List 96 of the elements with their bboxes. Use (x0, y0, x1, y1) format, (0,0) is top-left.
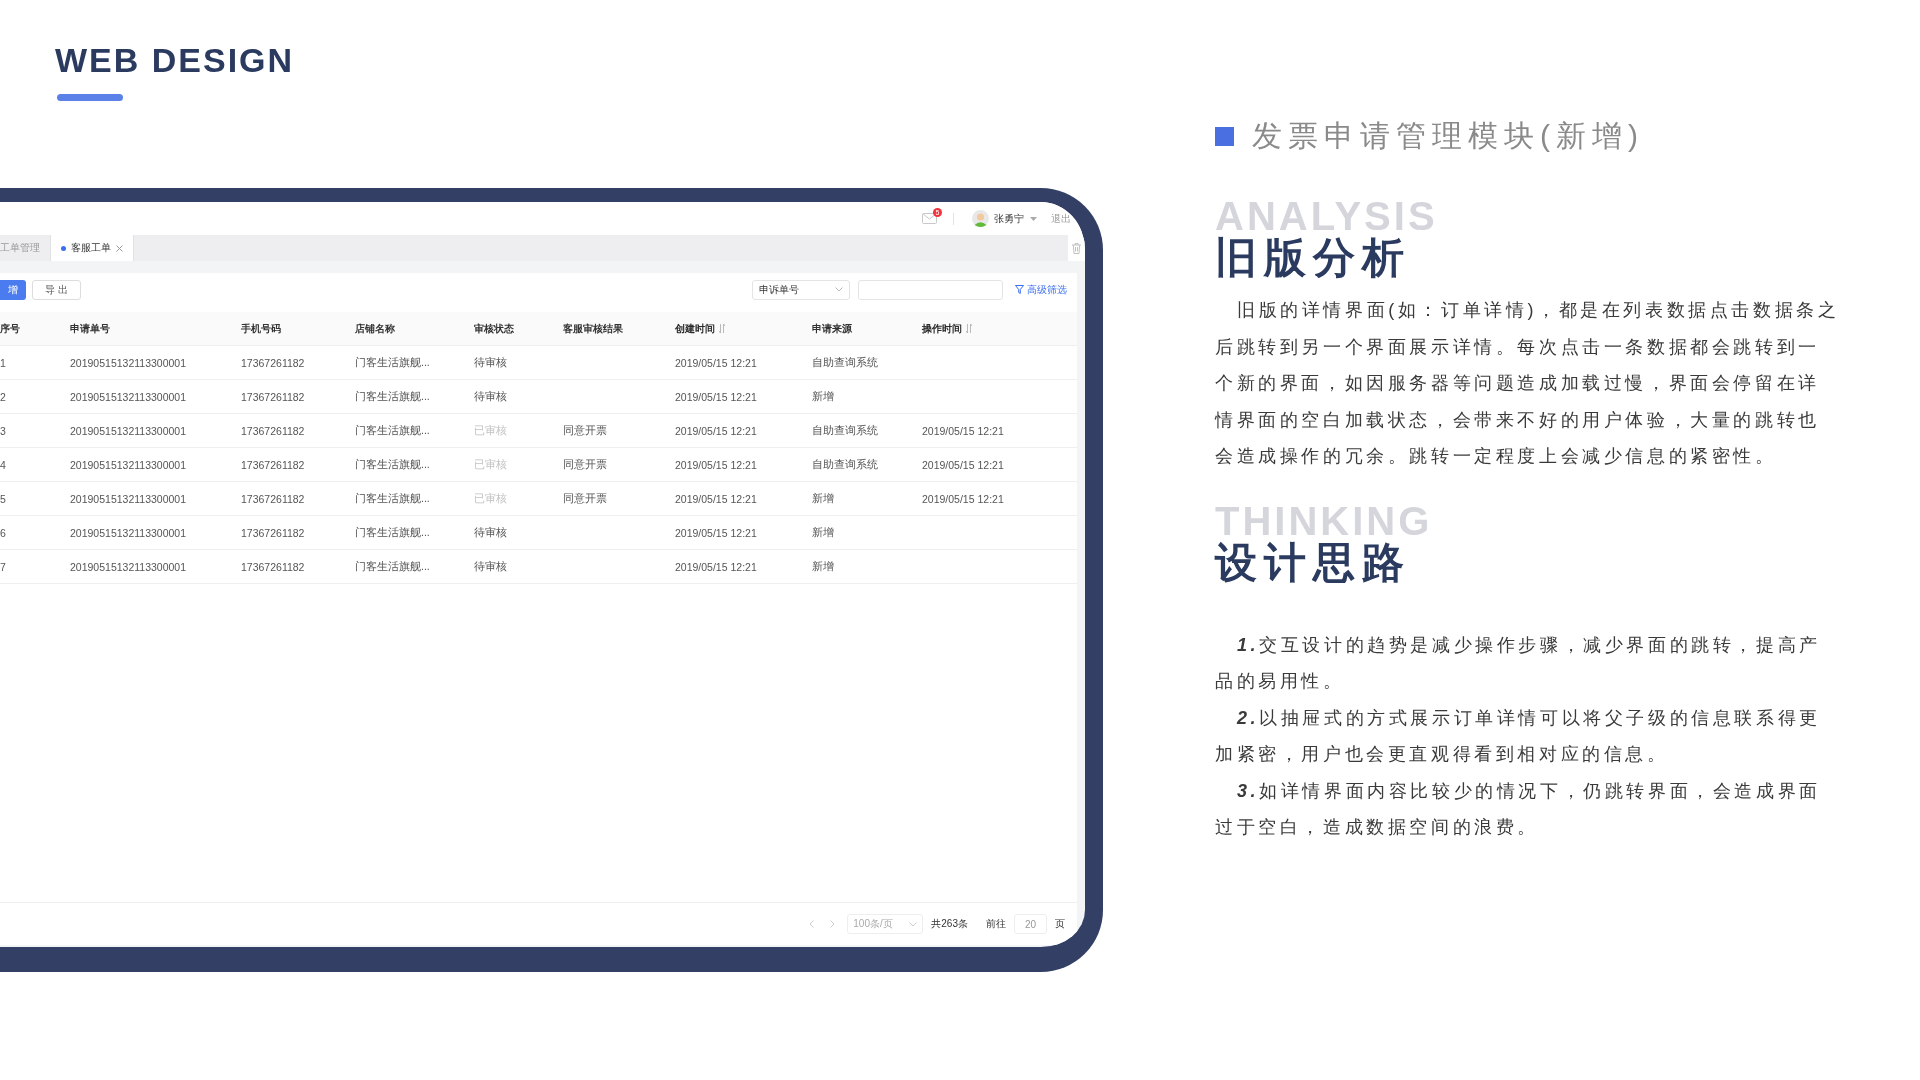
slide-title: WEB DESIGN (55, 40, 296, 80)
table-cell-text: 17367261182 (241, 560, 306, 573)
user-name[interactable]: 张勇宁 (994, 211, 1024, 226)
table-cell-text: 2 (0, 390, 7, 403)
column-header[interactable]: 操作时间 (922, 321, 1077, 336)
status-cell-text: 已审核 (474, 423, 508, 438)
table-cell-text: 17367261182 (241, 356, 306, 369)
table-cell-text: 20190515132113300001 (70, 424, 187, 437)
table-cell-text: 2019/05/15 12:21 (675, 356, 758, 369)
table-cell-text: 自助查询系统 (812, 457, 879, 472)
export-button[interactable]: 导 出 (32, 279, 81, 300)
module-title: 发票申请管理模块(新增) (1252, 118, 1644, 154)
status-cell-text: 已审核 (474, 457, 508, 472)
column-header: 序号 (0, 321, 21, 336)
sort-icon[interactable] (966, 324, 972, 333)
list-item: 3.如详情界面内容比较少的情况下，仍跳转界面，会造成界面过于空白，造成数据空间的浪费。 (1215, 779, 1822, 839)
status-cell-text: 待审核 (474, 355, 508, 370)
table-cell-text: 门客生活旗舰... (355, 423, 431, 438)
table-cell-text: 自助查询系统 (812, 355, 879, 370)
table-cell-text: 20190515132113300001 (70, 526, 187, 539)
total-count: 共263条 (931, 917, 968, 931)
table-cell-text: 同意开票 (563, 491, 608, 506)
table-cell-text: 新增 (812, 389, 835, 404)
goto-label: 前往 (986, 917, 1006, 931)
table-cell-text: 新增 (812, 559, 835, 574)
column-header: 客服审核结果 (563, 321, 624, 336)
table-cell-text: 门客生活旗舰... (355, 389, 431, 404)
status-cell-text: 已审核 (474, 491, 508, 506)
status-cell-text: 待审核 (474, 559, 508, 574)
add-button[interactable]: 增 (0, 279, 26, 300)
square-bullet-icon (1215, 126, 1234, 146)
table-cell-text: 17367261182 (241, 390, 306, 403)
filter-icon (1015, 285, 1024, 294)
table-cell-text: 4 (0, 458, 7, 471)
table-cell-text: 门客生活旗舰... (355, 559, 431, 574)
table-cell-text: 2019/05/15 12:21 (922, 424, 1005, 437)
close-icon[interactable] (116, 244, 123, 252)
table-cell-text: 新增 (812, 525, 835, 540)
table-cell-text: 3 (0, 424, 7, 437)
caret-icon[interactable] (1030, 216, 1037, 221)
paragraph: 旧版的详情界面(如：订单详情)，都是在列表数据点击数据条之后跳转到另一个界面展示详情。每次点击一条数据都会跳转到一个新的界面，如因服务器等问题造成加载过慢，界面会停留在详情界面的空白加载状态，会带来不好的用户体验，大量的跳转也会造成操作的冗余。跳转一定程度上会减少信息的紧密性。 (1215, 299, 1840, 468)
tab[interactable]: 客服工单 (51, 235, 134, 261)
table-cell-text: 17367261182 (241, 458, 306, 471)
table-cell-text: 2019/05/15 12:21 (675, 560, 758, 573)
table-cell-text: 17367261182 (241, 526, 306, 539)
trash-icon[interactable] (1072, 242, 1081, 254)
avatar-icon[interactable] (972, 210, 989, 227)
column-header: 审核状态 (474, 321, 515, 336)
chevron-down-icon (909, 921, 918, 927)
table-cell-text: 20190515132113300001 (70, 390, 187, 403)
table-cell-text: 2019/05/15 12:21 (675, 390, 758, 403)
table-cell-text: 6 (0, 526, 7, 539)
table-cell-text: 2019/05/15 12:21 (675, 526, 758, 539)
column-header[interactable]: 创建时间 (675, 321, 812, 336)
chevron-down-icon (835, 287, 843, 292)
table-cell-text: 自助查询系统 (812, 423, 879, 438)
section-heading: 旧版分析 (1215, 234, 1411, 282)
sort-icon[interactable] (719, 324, 725, 333)
table-cell-text: 同意开票 (563, 457, 608, 472)
table-cell-text: 门客生活旗舰... (355, 355, 431, 370)
table-cell-text: 20190515132113300001 (70, 492, 187, 505)
table-cell-text: 7 (0, 560, 7, 573)
section-heading: 设计思路 (1215, 538, 1411, 587)
table-cell-text: 20190515132113300001 (70, 560, 187, 573)
table-cell-text: 门客生活旗舰... (355, 525, 431, 540)
table-cell-text: 20190515132113300001 (70, 458, 187, 471)
status-cell-text: 待审核 (474, 389, 508, 404)
table-cell-text: 同意开票 (563, 423, 608, 438)
table-cell-text: 5 (0, 492, 7, 505)
table-cell-text: 17367261182 (241, 492, 306, 505)
table-cell-text: 2019/05/15 12:21 (675, 492, 758, 505)
page-unit: 页 (1055, 917, 1065, 931)
table-cell-text: 门客生活旗舰... (355, 457, 431, 472)
list-item: 1.交互设计的趋势是减少操作步骤，减少界面的跳转，提高产品的易用性。 (1215, 633, 1822, 693)
column-header: 店铺名称 (355, 321, 396, 336)
chevron-left-icon (809, 920, 815, 928)
title-underline (57, 94, 123, 101)
table-cell-text: 17367261182 (241, 424, 306, 437)
list-item: 2.以抽屉式的方式展示订单详情可以将父子级的信息联系得更加紧密，用户也会更直观得看到相对应的信息。 (1215, 706, 1822, 766)
table-cell-text: 2019/05/15 12:21 (675, 458, 758, 471)
table-cell-text: 2019/05/15 12:21 (922, 492, 1005, 505)
search-type-select[interactable]: 申诉单号 (752, 279, 850, 300)
table-cell-text: 2019/05/15 12:21 (675, 424, 758, 437)
column-header: 申请来源 (812, 321, 853, 336)
column-header: 申请单号 (70, 321, 111, 336)
advanced-filter-link[interactable]: 高级筛选 (1015, 282, 1067, 297)
chevron-right-icon (830, 920, 836, 928)
table-cell-text: 2019/05/15 12:21 (922, 458, 1005, 471)
status-cell-text: 待审核 (474, 525, 508, 540)
table-cell-text: 门客生活旗舰... (355, 491, 431, 506)
search-field[interactable] (858, 279, 1003, 300)
table-cell-text: 新增 (812, 491, 835, 506)
table-cell-text: 20190515132113300001 (70, 356, 187, 369)
column-header: 手机号码 (241, 321, 282, 336)
mail-icon[interactable] (922, 213, 937, 224)
table-cell-text: 1 (0, 356, 7, 369)
